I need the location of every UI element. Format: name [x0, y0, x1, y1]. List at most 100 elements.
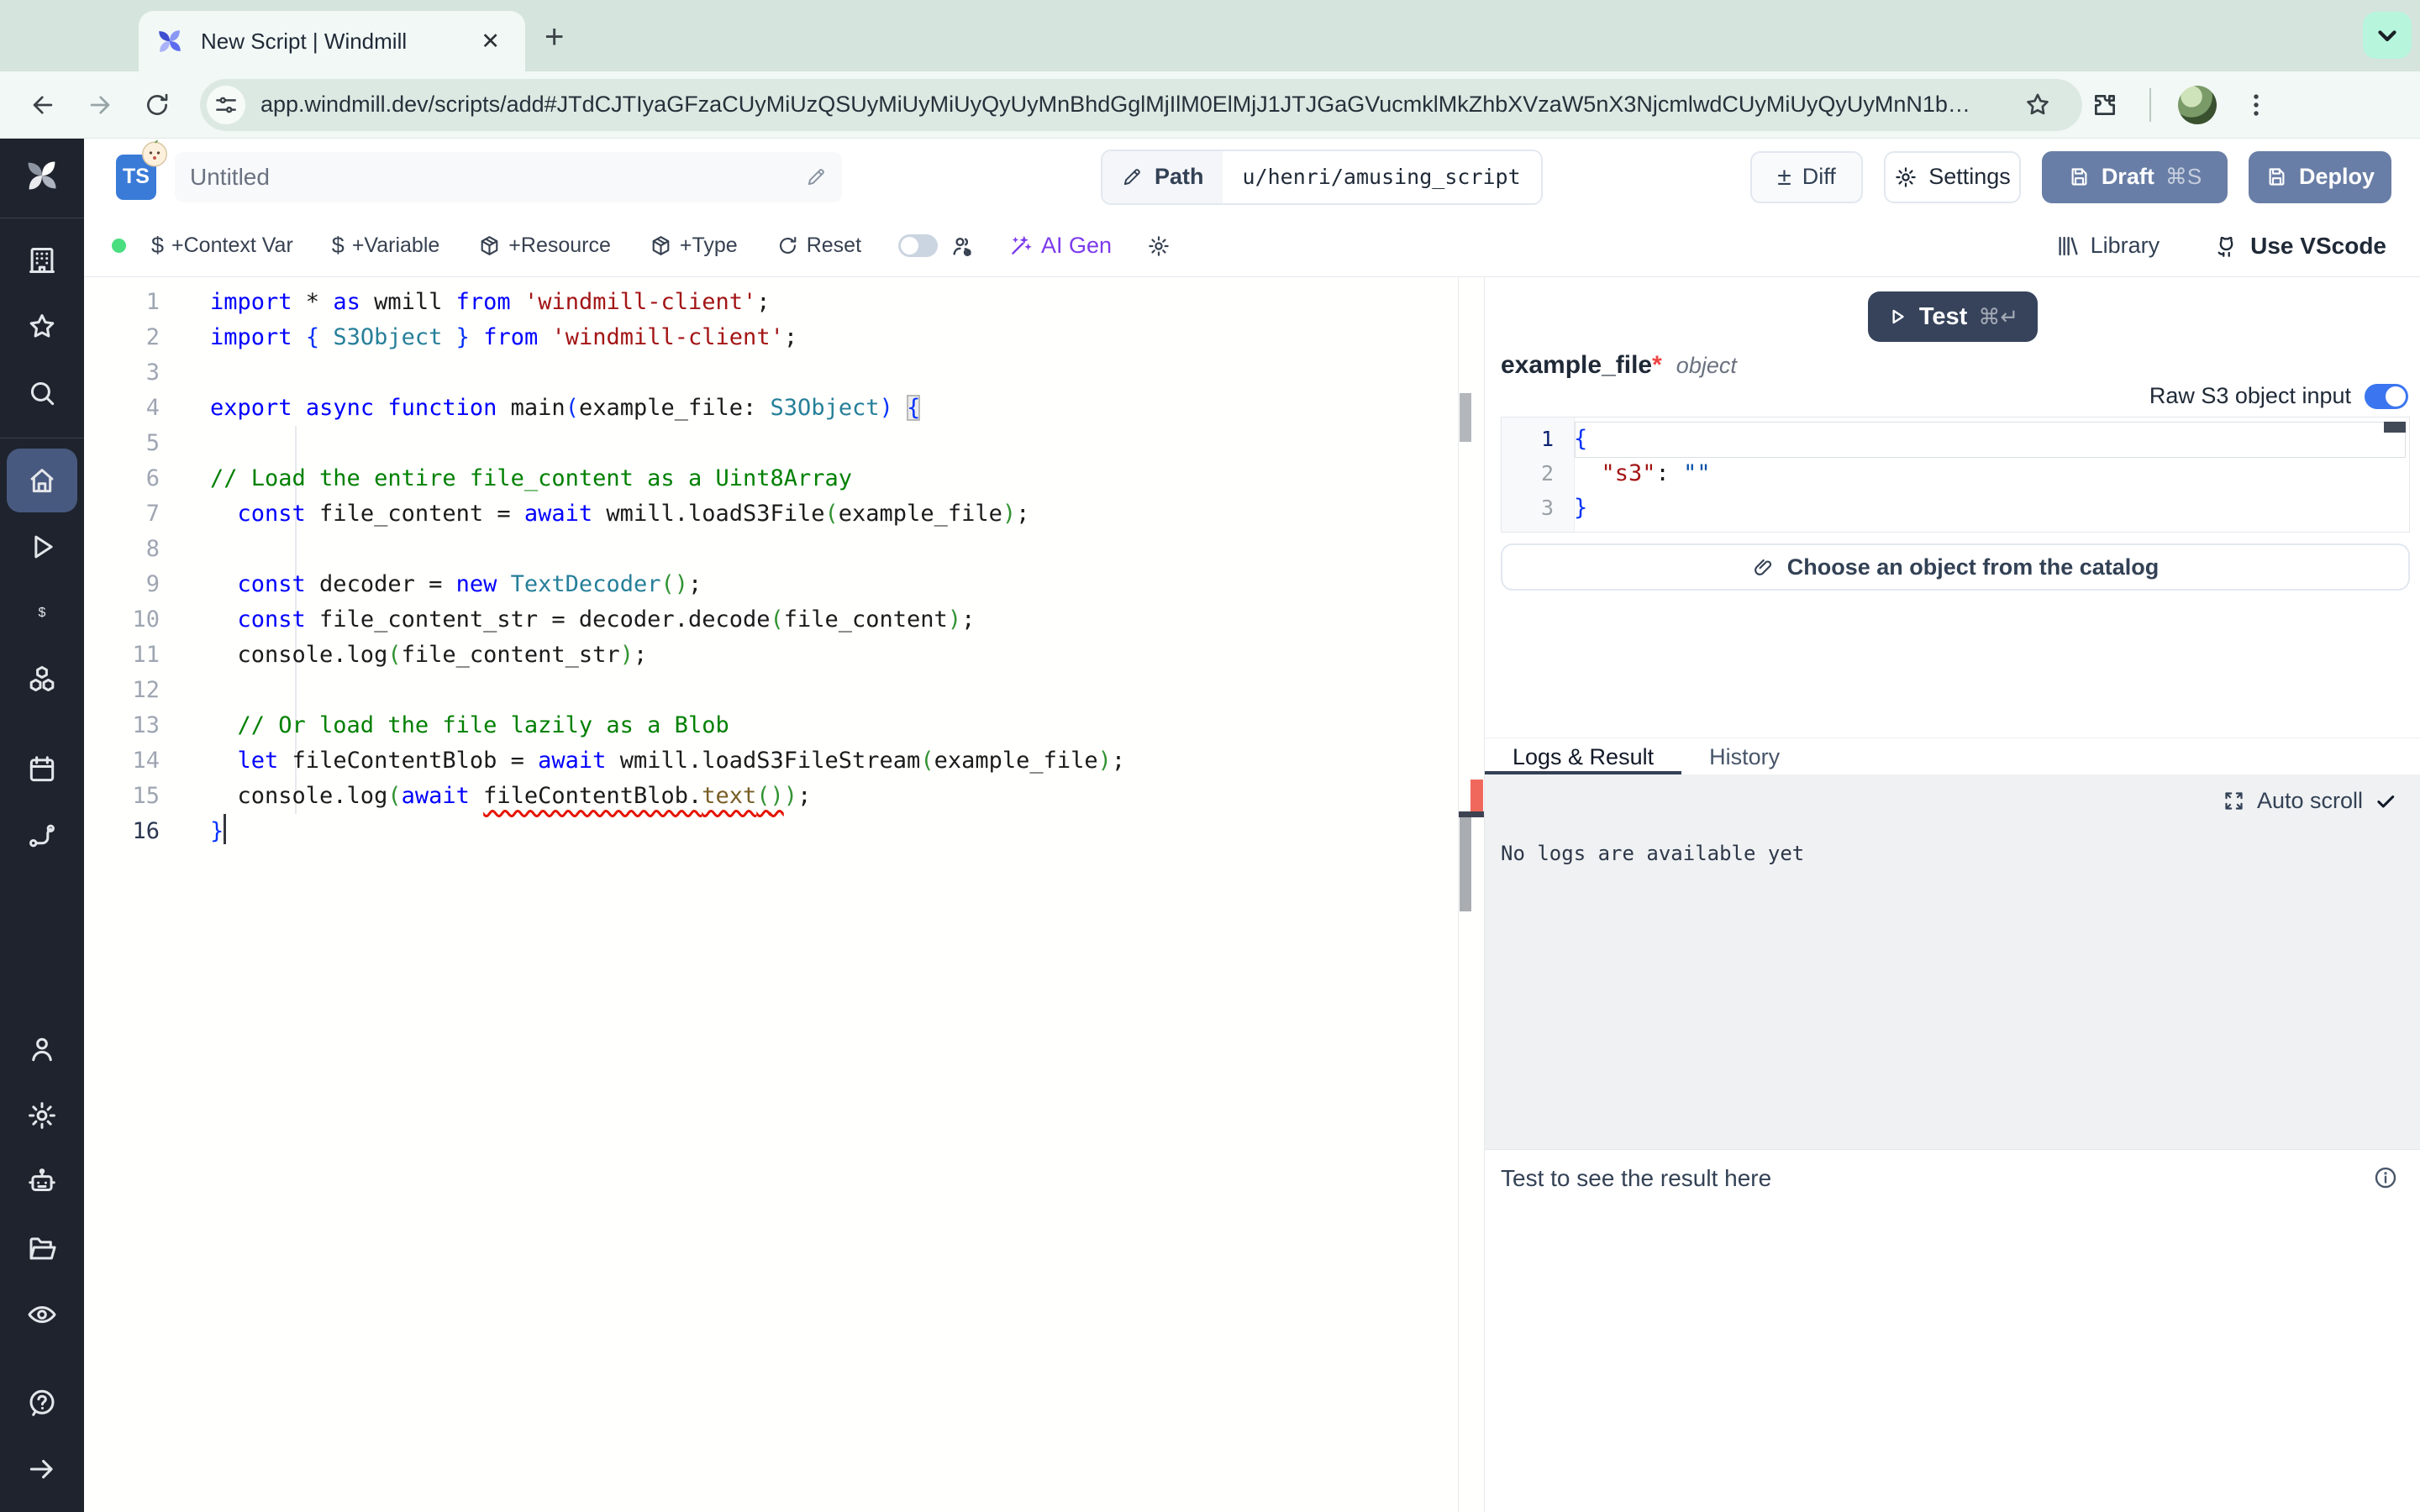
test-button[interactable]: Test ⌘↵	[1868, 291, 2038, 342]
sidebar-item-folder-open[interactable]	[7, 1216, 77, 1280]
scrollbar-thumb[interactable]	[1460, 817, 1471, 911]
new-tab-button[interactable]: +	[544, 18, 564, 56]
sidebar-item-calendar[interactable]	[7, 738, 77, 801]
code-line[interactable]: 3	[84, 355, 1459, 391]
tab-search-button[interactable]	[2363, 12, 2412, 59]
code-token: (	[566, 395, 579, 421]
code-line[interactable]: 14 let fileContentBlob = await wmill.loa…	[84, 743, 1459, 779]
multiplayer-toggle[interactable]	[898, 234, 938, 257]
expand-icon[interactable]	[2223, 790, 2245, 812]
code-line[interactable]: 5	[84, 426, 1459, 461]
sidebar-item-dollar[interactable]: $	[7, 581, 77, 645]
scrollbar-thumb[interactable]	[1460, 393, 1471, 442]
code-token: ""	[1683, 460, 1711, 486]
script-title-input[interactable]: Untitled	[175, 152, 842, 202]
code-line[interactable]: 2import { S3Object } from 'windmill-clie…	[84, 320, 1459, 355]
json-arg-editor[interactable]: 1{2 "s3": ""3}	[1501, 417, 2410, 533]
browser-tab[interactable]: New Script | Windmill ✕	[139, 11, 525, 71]
line-number: 2	[84, 320, 160, 355]
code-line[interactable]: 3}	[1502, 491, 2409, 525]
sidebar-item-play[interactable]	[7, 515, 77, 579]
draft-shortcut: ⌘S	[2165, 164, 2202, 190]
use-vscode-button[interactable]: Use VScode	[2213, 233, 2386, 260]
code-line[interactable]: 15 console.log(await fileContentBlob.tex…	[84, 779, 1459, 814]
editor-settings-gear-icon[interactable]	[1147, 234, 1171, 258]
cubes-icon	[26, 664, 58, 696]
code-line[interactable]: 11 console.log(file_content_str);	[84, 638, 1459, 673]
reload-button[interactable]	[143, 91, 171, 119]
raw-s3-toggle[interactable]	[2365, 384, 2408, 409]
address-bar[interactable]: app.windmill.dev/scripts/add#JTdCJTIyaGF…	[200, 79, 2082, 131]
toolbar-reset-button[interactable]: Reset	[776, 234, 861, 258]
library-button[interactable]: Library	[2055, 233, 2160, 259]
code-editor[interactable]: 1import * as wmill from 'windmill-client…	[84, 277, 1484, 1512]
sidebar-item-eye[interactable]	[7, 1283, 77, 1347]
info-icon[interactable]	[2373, 1165, 2398, 1190]
tab-history[interactable]: History	[1681, 738, 1807, 775]
sidebar-item-arrow-right[interactable]	[7, 1437, 77, 1501]
code-line[interactable]: 4export async function main(example_file…	[84, 391, 1459, 426]
code-line[interactable]: 10 const file_content_str = decoder.deco…	[84, 602, 1459, 638]
browser-profile-avatar[interactable]	[2178, 86, 2217, 124]
settings-button[interactable]: Settings	[1884, 151, 2021, 203]
code-line[interactable]: 9 const decoder = new TextDecoder();	[84, 567, 1459, 602]
choose-object-button[interactable]: Choose an object from the catalog	[1501, 543, 2410, 591]
toolbar-type-button[interactable]: +Type	[650, 234, 738, 258]
bookmark-star-icon[interactable]	[2023, 91, 2052, 119]
autoscroll-control[interactable]: Auto scroll	[2223, 788, 2396, 814]
extensions-icon[interactable]	[2091, 91, 2119, 119]
diff-button[interactable]: ± Diff	[1750, 151, 1863, 203]
line-number: 15	[84, 779, 160, 814]
path-button[interactable]: Path u/henri/amusing_script	[1101, 150, 1543, 205]
draft-button[interactable]: Draft ⌘S	[2042, 151, 2228, 203]
sidebar-item-building[interactable]	[7, 228, 77, 292]
site-info-icon[interactable]	[207, 86, 245, 124]
code-token: *	[292, 289, 334, 315]
code-token: )	[1098, 748, 1112, 774]
code-token: TextDecoder	[511, 571, 661, 597]
toolbar-contextvar-button[interactable]: $+Context Var	[151, 233, 293, 259]
sidebar-item-home[interactable]	[7, 449, 77, 512]
deploy-button[interactable]: Deploy	[2249, 151, 2391, 203]
back-button[interactable]	[29, 91, 57, 119]
code-line[interactable]: 16}	[84, 814, 1459, 849]
sidebar-group-main: $	[0, 449, 84, 714]
ai-gen-button[interactable]: AI Gen	[1008, 233, 1112, 259]
json-scrollbar-thumb[interactable]	[2384, 422, 2406, 433]
toolbar-variable-button[interactable]: $+Variable	[332, 233, 440, 259]
sidebar-item-gear[interactable]	[7, 1084, 77, 1147]
sidebar-item-star[interactable]	[7, 295, 77, 359]
sidebar-item-robot[interactable]	[7, 1150, 77, 1214]
sidebar-item-help[interactable]	[7, 1371, 77, 1435]
code-line[interactable]: 6// Load the entire file_content as a Ui…	[84, 461, 1459, 496]
code-line[interactable]: 13 // Or load the file lazily as a Blob	[84, 708, 1459, 743]
code-token: (	[920, 748, 934, 774]
tab-close-icon[interactable]: ✕	[472, 25, 508, 58]
sidebar-item-route[interactable]	[7, 804, 77, 868]
tab-logs-result[interactable]: Logs & Result	[1485, 738, 1681, 775]
code-line[interactable]: 8	[84, 532, 1459, 567]
code-line[interactable]: 12	[84, 673, 1459, 708]
code-token: await	[538, 748, 606, 774]
url-text[interactable]: app.windmill.dev/scripts/add#JTdCJTIyaGF…	[260, 92, 1970, 118]
code-token: fileContentBlob =	[278, 748, 538, 774]
argument-name-text: example_file	[1501, 351, 1652, 379]
windmill-logo[interactable]	[24, 157, 60, 194]
code-token: import	[210, 324, 292, 350]
code-line[interactable]: 7 const file_content = await wmill.loadS…	[84, 496, 1459, 532]
code-token: )	[784, 783, 797, 809]
line-number: 7	[84, 496, 160, 532]
browser-menu-icon[interactable]	[2242, 91, 2270, 119]
toolbar-resource-button[interactable]: +Resource	[478, 234, 611, 258]
overview-ruler[interactable]	[1458, 277, 1484, 1512]
sidebar-item-person[interactable]	[7, 1017, 77, 1081]
code-line[interactable]: 1import * as wmill from 'windmill-client…	[84, 285, 1459, 320]
code-line[interactable]: 1{	[1502, 422, 2409, 456]
edit-pencil-icon[interactable]	[805, 166, 827, 188]
code-token: :	[1656, 460, 1684, 486]
forward-button[interactable]	[86, 91, 114, 119]
code-line[interactable]: 2 "s3": ""	[1502, 456, 2409, 491]
sidebar-item-cubes[interactable]	[7, 648, 77, 711]
sidebar-item-search[interactable]	[7, 361, 77, 425]
screen: New Script | Windmill ✕ + app.windmill.d…	[0, 0, 2420, 1512]
